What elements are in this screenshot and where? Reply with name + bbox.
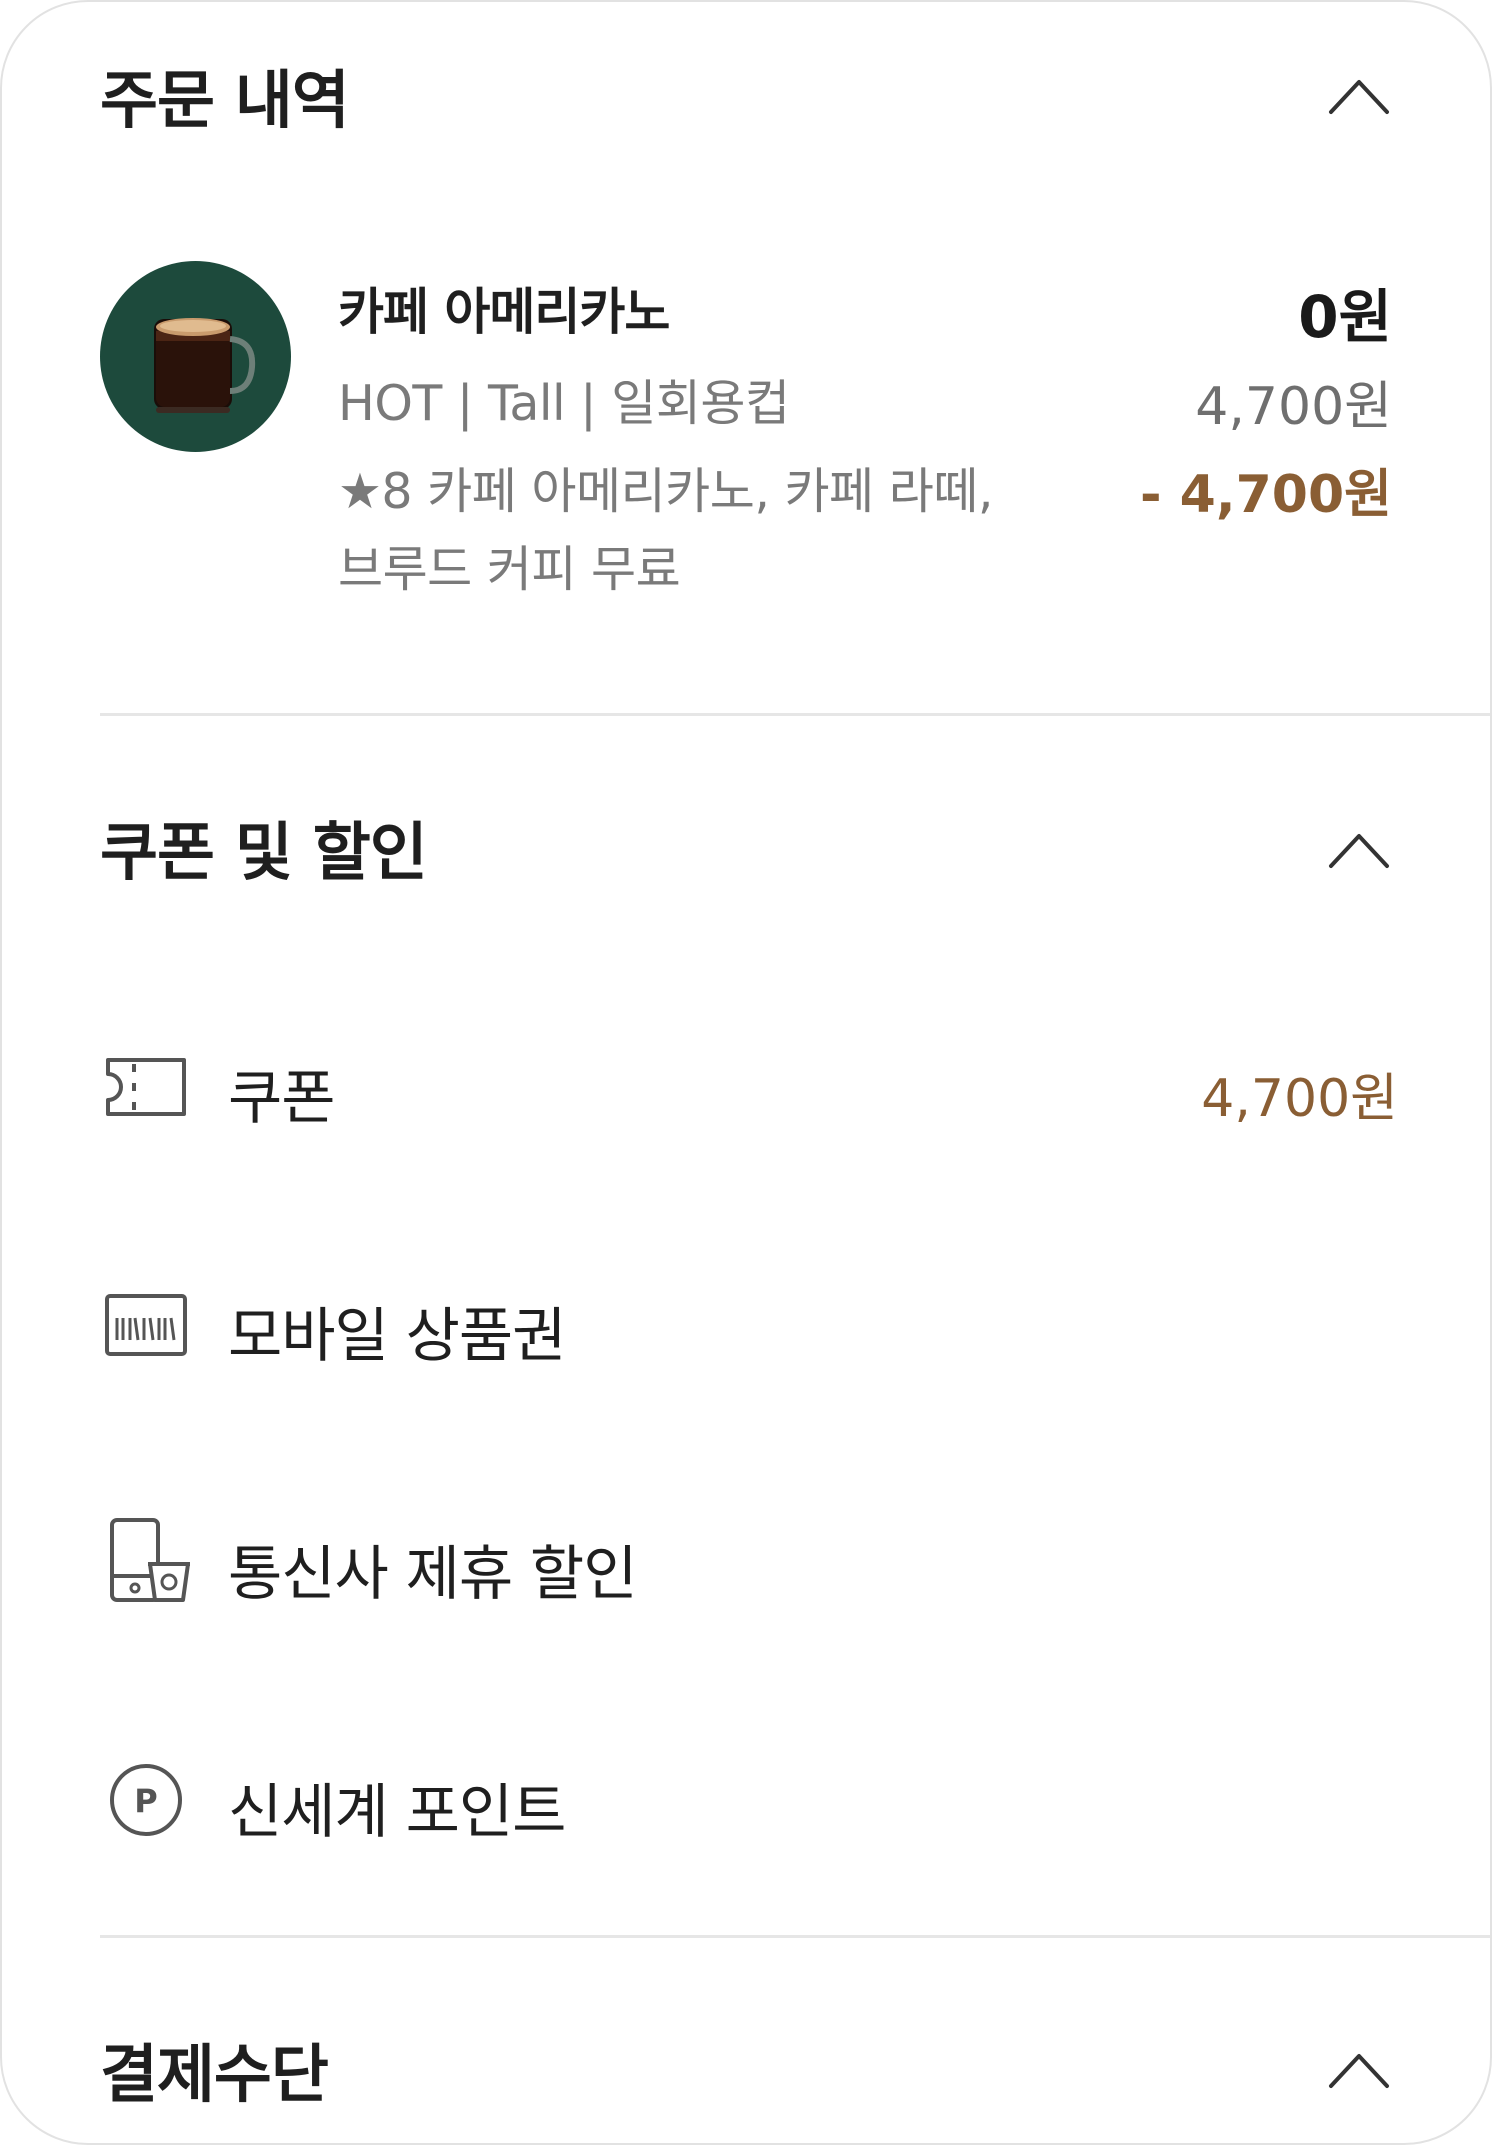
svg-text:P: P (134, 1782, 157, 1820)
item-original-price: 4,700원 (1195, 377, 1392, 437)
item-options: HOT | Tall | 일회용컵 (338, 375, 790, 432)
item-reward-description-2: 브루드 커피 무료 (338, 541, 681, 598)
coupon-row[interactable]: 쿠폰 4,700원 (100, 1042, 1398, 1132)
item-name: 카페 아메리카노 (338, 283, 670, 341)
coupon-value: 4,700원 (1201, 1069, 1398, 1129)
americano-product-image (100, 261, 291, 452)
order-summary-card: 주문 내역 카페 아메리카노 HOT | Tall | 일회용컵 ★8 카페 아… (0, 0, 1492, 2145)
phone-cup-icon (110, 1518, 190, 1602)
carrier-discount-row[interactable]: 통신사 제휴 할인 (100, 1518, 1398, 1608)
ticket-icon (106, 1058, 186, 1116)
collapse-order-chevron-up-icon[interactable] (1328, 76, 1390, 116)
shinsegae-point-label: 신세계 포인트 (228, 1777, 566, 1846)
item-reward-description: ★8 카페 아메리카노, 카페 라떼, (338, 463, 993, 520)
point-p-icon: P (110, 1764, 182, 1836)
payment-section-title: 결제수단 (100, 2038, 329, 2111)
coupon-label: 쿠폰 (228, 1063, 336, 1132)
carrier-discount-label: 통신사 제휴 할인 (228, 1539, 637, 1608)
collapse-payment-chevron-up-icon[interactable] (1328, 2050, 1390, 2090)
coffee-mug-icon (154, 318, 256, 413)
section-divider (100, 1935, 1490, 1938)
section-divider (100, 713, 1490, 716)
collapse-coupon-chevron-up-icon[interactable] (1328, 830, 1390, 870)
gift-card-barcode-icon (105, 1294, 187, 1356)
mobile-gift-card-label: 모바일 상품권 (228, 1301, 566, 1370)
item-discount-amount: - 4,700원 (1139, 465, 1392, 525)
order-section-title: 주문 내역 (100, 64, 350, 137)
coupon-section-title: 쿠폰 및 할인 (100, 816, 428, 889)
mobile-gift-card-row[interactable]: 모바일 상품권 (100, 1280, 1398, 1370)
shinsegae-point-row[interactable]: P 신세계 포인트 (100, 1756, 1398, 1846)
item-final-price: 0원 (1298, 283, 1392, 351)
